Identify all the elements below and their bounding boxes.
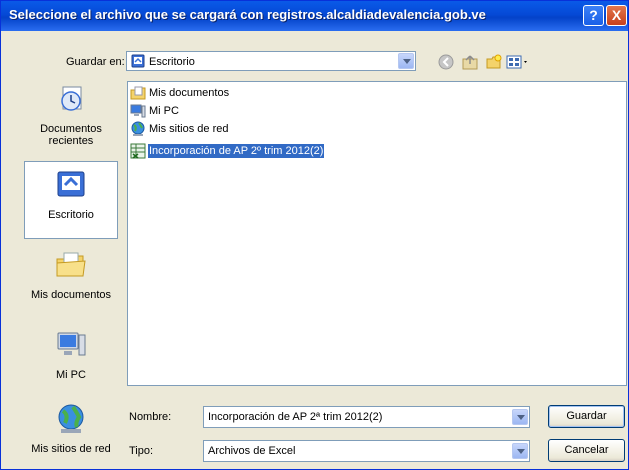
new-folder-icon[interactable] bbox=[486, 54, 502, 70]
place-network-places[interactable]: Mis sitios de red bbox=[24, 403, 118, 455]
desktop-icon bbox=[57, 171, 85, 197]
save-button[interactable]: Guardar bbox=[548, 405, 625, 428]
desktop-icon bbox=[131, 54, 145, 68]
look-in-combo[interactable]: Escritorio bbox=[126, 51, 416, 71]
cancel-button[interactable]: Cancelar bbox=[548, 439, 625, 462]
filetype-label: Tipo: bbox=[129, 445, 154, 457]
list-item[interactable]: Mis sitios de red bbox=[130, 121, 229, 137]
recent-documents-icon bbox=[61, 86, 82, 111]
title-bar[interactable]: Seleccione el archivo que se cargará con… bbox=[1, 1, 628, 31]
my-computer-icon bbox=[130, 104, 146, 118]
back-icon[interactable] bbox=[438, 54, 454, 70]
places-bar: Documentos recientes Escritorio Mis docu… bbox=[24, 81, 119, 462]
list-item[interactable]: Mi PC bbox=[130, 103, 180, 119]
network-places-icon bbox=[131, 121, 145, 136]
filetype-select[interactable]: Archivos de Excel bbox=[203, 440, 530, 462]
place-my-computer[interactable]: Mi PC bbox=[24, 329, 118, 381]
file-list[interactable]: Mis documentos Mi PC Mis sitios de red I… bbox=[127, 81, 627, 386]
close-button[interactable]: X bbox=[606, 5, 627, 26]
my-computer-icon bbox=[57, 332, 86, 356]
window-title: Seleccione el archivo que se cargará con… bbox=[9, 7, 486, 22]
list-item[interactable]: Mis documentos bbox=[130, 85, 230, 101]
close-icon: X bbox=[611, 7, 622, 23]
help-button[interactable]: ? bbox=[583, 5, 604, 26]
up-folder-icon[interactable] bbox=[462, 54, 478, 70]
filename-input[interactable]: Incorporación de AP 2ª trim 2012(2) bbox=[203, 406, 530, 428]
filename-label: Nombre: bbox=[129, 411, 172, 423]
place-recent-documents[interactable]: Documentos recientes bbox=[24, 83, 118, 147]
filename-value: Incorporación de AP 2ª trim 2012(2) bbox=[208, 411, 383, 423]
place-desktop[interactable]: Escritorio bbox=[24, 161, 118, 239]
filetype-value: Archivos de Excel bbox=[208, 445, 296, 457]
filename-dropdown-button[interactable] bbox=[512, 409, 528, 425]
look-in-label: Guardar en: bbox=[66, 56, 125, 68]
filetype-dropdown-button[interactable] bbox=[512, 443, 528, 459]
look-in-dropdown-button[interactable] bbox=[398, 53, 414, 69]
views-menu-icon[interactable] bbox=[506, 54, 530, 70]
my-documents-icon bbox=[56, 252, 86, 277]
network-places-icon bbox=[58, 404, 84, 433]
save-file-dialog: Seleccione el archivo que se cargará con… bbox=[0, 0, 629, 470]
my-documents-icon bbox=[130, 86, 146, 100]
list-item[interactable]: Incorporación de AP 2º trim 2012(2) bbox=[130, 143, 325, 159]
look-in-value: Escritorio bbox=[149, 56, 195, 68]
help-icon: ? bbox=[589, 7, 598, 23]
excel-file-icon bbox=[130, 143, 146, 159]
place-my-documents[interactable]: Mis documentos bbox=[24, 249, 118, 301]
